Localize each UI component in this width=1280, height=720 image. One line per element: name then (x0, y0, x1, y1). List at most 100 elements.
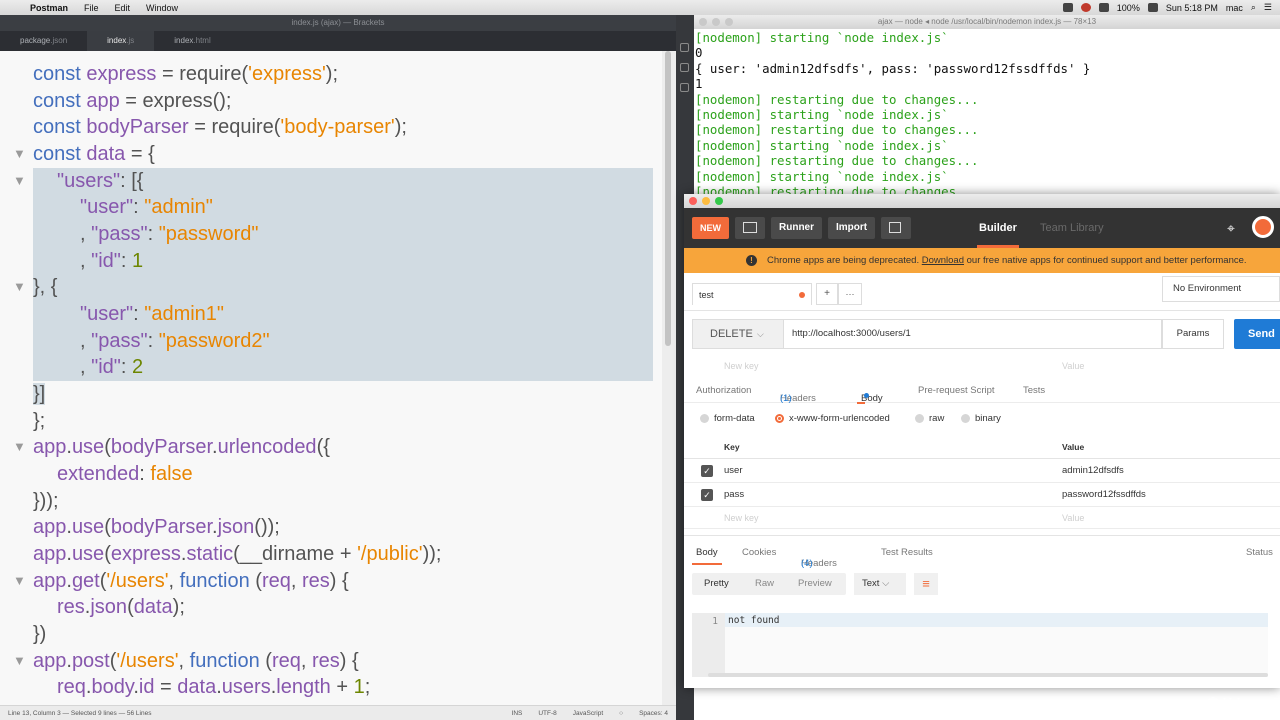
tab-ext: .js (126, 36, 135, 45)
list-icon[interactable]: ☰ (1264, 2, 1272, 13)
user-name[interactable]: mac (1226, 3, 1243, 13)
tab-name: package (20, 36, 51, 45)
tab-authorization[interactable]: Authorization (696, 385, 751, 396)
terminal-line: [nodemon] starting `node index.js` (695, 168, 949, 184)
menu-file[interactable]: File (76, 3, 107, 13)
cursor-position: Line 13, Column 3 — Selected 9 lines — 5… (8, 709, 152, 717)
language-select[interactable]: JavaScript (565, 710, 611, 717)
new-window-icon[interactable] (881, 217, 912, 239)
tab-package-json[interactable]: package.json (0, 31, 87, 51)
terminal-line: [nodemon] restarting due to changes... (695, 153, 979, 169)
response-scrollbar[interactable] (708, 673, 1268, 677)
resp-tab-test-results[interactable]: Test Results (881, 547, 933, 558)
fold-arrow-icon[interactable]: ▼ (13, 434, 26, 461)
kv-key[interactable]: user (724, 465, 742, 476)
code-line: })); (33, 490, 59, 512)
display-icon[interactable] (1062, 3, 1073, 12)
tab-tests[interactable]: Tests (1023, 385, 1045, 396)
radio-raw[interactable] (915, 414, 924, 423)
more-tabs-button[interactable]: ··· (838, 283, 862, 305)
param-ghost-row[interactable]: New key Value (684, 355, 1280, 377)
view-raw[interactable]: Raw (755, 578, 774, 589)
resp-tab-cookies[interactable]: Cookies (742, 547, 776, 558)
add-tab-button[interactable]: + (816, 283, 838, 305)
sidebar-icon[interactable] (680, 83, 689, 92)
fold-arrow-icon[interactable]: ▼ (13, 141, 26, 168)
search-icon[interactable]: ⌕ (1251, 2, 1256, 13)
sidebar-icon[interactable] (680, 43, 689, 52)
response-body[interactable]: 1 not found (692, 613, 1268, 677)
sidebar-icon[interactable] (680, 63, 689, 72)
code-editor[interactable]: const express = require('express'); cons… (0, 51, 662, 705)
fold-arrow-icon[interactable]: ▼ (13, 648, 26, 675)
new-button[interactable]: NEW (692, 217, 729, 239)
record-icon[interactable] (1080, 3, 1091, 12)
kv-value-header: Value (1062, 442, 1085, 452)
environment-select[interactable]: No Environment (1162, 276, 1280, 302)
battery-icon[interactable] (1147, 3, 1158, 12)
minimize-icon[interactable] (702, 197, 710, 205)
zoom-icon[interactable] (725, 18, 733, 26)
wrap-lines-icon[interactable]: ≡ (914, 573, 938, 595)
indent-setting[interactable]: Spaces: 4 (631, 710, 676, 717)
kv-row[interactable]: ✓ user admin12dfsdfs (684, 459, 1280, 483)
view-pretty[interactable]: Pretty (704, 578, 729, 589)
zoom-icon[interactable] (715, 197, 723, 205)
method-label: DELETE (710, 328, 753, 340)
method-select[interactable]: DELETE ⌵ (692, 319, 784, 349)
fold-arrow-icon[interactable]: ▼ (13, 274, 26, 301)
checkbox-checked-icon[interactable]: ✓ (701, 465, 713, 477)
encoding-select[interactable]: UTF-8 (530, 710, 564, 717)
tab-builder[interactable]: Builder (977, 208, 1019, 248)
format-select[interactable]: Text ⌵ (854, 573, 906, 595)
chevron-down-icon: ⌵ (757, 329, 764, 339)
close-icon[interactable] (689, 197, 697, 205)
radio-form-data[interactable] (700, 414, 709, 423)
tab-prerequest[interactable]: Pre-request Script (918, 385, 995, 396)
terminal-title-bar: ajax — node ◂ node /usr/local/bin/nodemo… (694, 15, 1280, 29)
params-button[interactable]: Params (1162, 319, 1224, 349)
tab-index-html[interactable]: index.html (154, 31, 230, 51)
import-button[interactable]: Import (828, 217, 876, 239)
kv-value[interactable]: admin12dfsdfs (1062, 465, 1124, 476)
tab-team-library[interactable]: Team Library (1040, 208, 1104, 248)
terminal-line: [nodemon] restarting due to changes... (695, 122, 979, 138)
ins-mode[interactable]: INS (504, 710, 531, 717)
wifi-icon[interactable] (1098, 3, 1109, 12)
fold-arrow-icon[interactable]: ▼ (13, 168, 26, 195)
close-icon[interactable] (699, 18, 707, 26)
minimize-icon[interactable] (712, 18, 720, 26)
code-line: }] (33, 383, 46, 405)
send-button[interactable]: Send (1234, 319, 1280, 349)
banner-download-link[interactable]: Download (922, 255, 964, 266)
menu-window[interactable]: Window (138, 3, 186, 13)
fold-arrow-icon[interactable]: ▼ (13, 568, 26, 595)
kv-key[interactable]: pass (724, 489, 744, 500)
request-tab-test[interactable]: test (692, 283, 812, 305)
runner-button[interactable]: Runner (771, 217, 822, 239)
watermark-text: Udemy (1223, 695, 1267, 710)
scrollbar-thumb[interactable] (665, 51, 671, 346)
radio-urlencoded[interactable] (775, 414, 784, 423)
clock[interactable]: Sun 5:18 PM (1166, 3, 1218, 13)
menu-app-postman[interactable]: Postman (22, 3, 76, 13)
editor-scrollbar[interactable] (662, 51, 676, 705)
kv-ghost-row[interactable]: New key Value (684, 507, 1280, 529)
resp-tab-body[interactable]: Body (692, 547, 722, 565)
view-preview[interactable]: Preview (798, 578, 832, 589)
kv-row[interactable]: ✓ pass password12fssdffds (684, 483, 1280, 507)
code-line: "user": "admin" (33, 194, 653, 221)
radio-binary[interactable] (961, 414, 970, 423)
checkbox-checked-icon[interactable]: ✓ (701, 489, 713, 501)
udemy-watermark: Udemy (1206, 695, 1266, 711)
sidebar-toggle-icon[interactable] (735, 217, 765, 239)
linter-icon[interactable]: ○ (611, 710, 631, 717)
macos-menu-bar: Postman File Edit Window 100% Sun 5:18 P… (0, 0, 1280, 15)
sync-icon[interactable]: ⌖ (1220, 217, 1242, 239)
tab-index-js[interactable]: index.js (87, 31, 155, 51)
account-icon[interactable] (1252, 216, 1274, 238)
kv-value[interactable]: password12fssdffds (1062, 489, 1146, 500)
terminal-output[interactable]: [nodemon] starting `node index.js` 0{ use… (694, 29, 1280, 199)
url-input[interactable]: http://localhost:3000/users/1 (784, 319, 1162, 349)
menu-edit[interactable]: Edit (107, 3, 139, 13)
